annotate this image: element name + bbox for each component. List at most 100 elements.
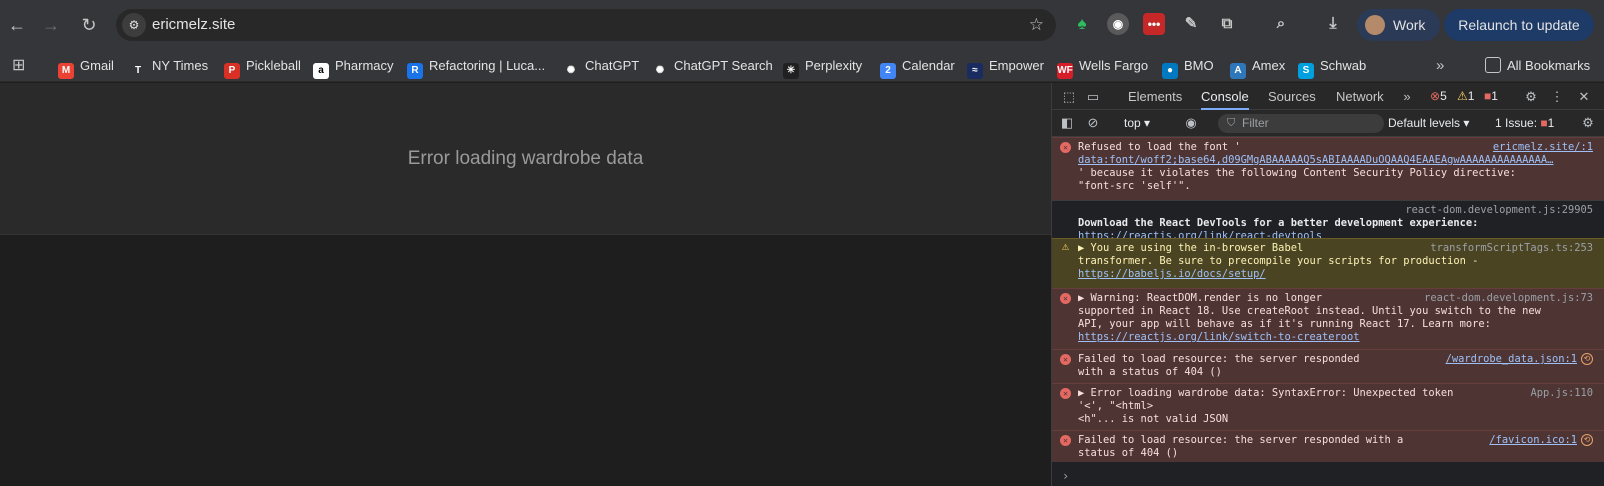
console-line[interactable]: https://reactjs.org/link/switch-to-creat… bbox=[1078, 331, 1541, 344]
console-line: Failed to load resource: the server resp… bbox=[1078, 353, 1360, 365]
console-message[interactable]: ✕ ▶ Error loading wardrobe data: SyntaxEr… bbox=[1052, 383, 1604, 430]
device-toolbar-icon[interactable]: ▭ bbox=[1084, 88, 1102, 106]
tab-network[interactable]: Network bbox=[1336, 83, 1384, 110]
warning-counter[interactable]: ⚠1 bbox=[1457, 83, 1474, 110]
kebab-menu-icon[interactable]: ⋮ bbox=[1548, 88, 1566, 106]
bookmark-item[interactable]: S Schwab bbox=[1298, 50, 1366, 82]
console-output: ✕ Refused to load the font ' data:font/wof… bbox=[1052, 137, 1604, 486]
site-info-icon[interactable]: ⚙ bbox=[122, 13, 146, 37]
console-prompt[interactable]: › bbox=[1062, 469, 1069, 483]
relaunch-button[interactable]: Relaunch to update bbox=[1444, 9, 1594, 41]
console-line[interactable]: https://babeljs.io/docs/setup/ bbox=[1078, 268, 1478, 281]
sidebar-toggle-icon[interactable]: ◧ bbox=[1058, 114, 1076, 132]
bookmark-label: Pickleball bbox=[246, 58, 301, 73]
bookmark-label: Calendar bbox=[902, 58, 955, 73]
bookmark-favicon-icon: T bbox=[130, 63, 146, 79]
devtools-tabbar: ⬚ ▭ Elements Console Sources Network » ⊗… bbox=[1052, 83, 1604, 110]
bookmark-item[interactable]: P Pickleball bbox=[224, 50, 301, 82]
reload-icon[interactable]: ↻ bbox=[76, 12, 102, 38]
bookmark-item[interactable]: ≈ Empower bbox=[967, 50, 1044, 82]
back-icon[interactable]: ← bbox=[4, 12, 30, 38]
console-message[interactable]: Download the React DevTools for a better… bbox=[1052, 200, 1604, 242]
more-bookmarks-icon[interactable]: » bbox=[1436, 50, 1444, 82]
bookmark-favicon-icon: ✺ bbox=[563, 63, 579, 79]
extension-tool-icon[interactable]: ✎ bbox=[1180, 13, 1202, 35]
console-message[interactable]: ✕ Refused to load the font ' data:font/wof… bbox=[1052, 137, 1604, 200]
more-tabs-icon[interactable]: » bbox=[1398, 88, 1416, 106]
context-select[interactable]: top ▾ bbox=[1124, 114, 1150, 133]
levels-label: Default levels bbox=[1388, 116, 1461, 130]
error-counter[interactable]: ⊗5 bbox=[1430, 83, 1447, 110]
console-source-link[interactable]: /wardrobe_data.json:1 bbox=[1446, 353, 1577, 366]
bookmarks-bar: ⊞ M Gmail T NY Times P Pickleball a Pharmacy R Re… bbox=[0, 50, 1604, 82]
tab-console[interactable]: Console bbox=[1201, 83, 1249, 110]
bookmark-item[interactable]: WF Wells Fargo bbox=[1057, 50, 1148, 82]
apps-grid-icon[interactable]: ⊞ bbox=[12, 50, 25, 82]
console-source-link[interactable]: /favicon.ico:1 bbox=[1489, 434, 1577, 447]
tab-search-icon[interactable]: ⌕ bbox=[1270, 13, 1292, 35]
url-text[interactable]: ericmelz.site bbox=[152, 9, 235, 41]
bookmark-label: Schwab bbox=[1320, 58, 1367, 73]
console-source-link[interactable]: ericmelz.site/:1 bbox=[1493, 141, 1593, 154]
bookmark-favicon-icon: 2 bbox=[880, 63, 896, 79]
bookmark-label: NY Times bbox=[152, 58, 209, 73]
bookmark-favicon-icon: A bbox=[1230, 63, 1246, 79]
issue-count: 1 bbox=[1491, 89, 1498, 103]
live-expression-eye-icon[interactable]: ◉ bbox=[1182, 114, 1200, 132]
bookmark-item[interactable]: ✳ Perplexity bbox=[783, 50, 862, 82]
console-message[interactable]: ✕ Failed to load resource: the server res… bbox=[1052, 430, 1604, 462]
error-icon: ✕ bbox=[1060, 293, 1071, 304]
downloads-icon[interactable]: ⤓ bbox=[1322, 13, 1344, 35]
console-source-link[interactable]: react-dom.development.js:73 bbox=[1424, 292, 1593, 305]
bookmark-favicon-icon: a bbox=[313, 63, 329, 79]
forward-icon[interactable]: → bbox=[38, 12, 64, 38]
network-request-icon[interactable]: ⟲ bbox=[1581, 353, 1593, 365]
error-icon: ✕ bbox=[1060, 354, 1071, 365]
error-icon: ✕ bbox=[1060, 435, 1071, 446]
console-message[interactable]: ✕ Failed to load resource: the server res… bbox=[1052, 349, 1604, 383]
address-bar[interactable]: ⚙ ericmelz.site ☆ bbox=[116, 9, 1056, 41]
console-settings-icon[interactable]: ⚙ bbox=[1579, 114, 1597, 132]
console-source-link[interactable]: App.js:110 bbox=[1530, 387, 1593, 400]
bookmark-item[interactable]: T NY Times bbox=[130, 50, 208, 82]
bookmark-item[interactable]: ● BMO bbox=[1162, 50, 1214, 82]
settings-gear-icon[interactable]: ⚙ bbox=[1522, 88, 1540, 106]
bookmark-item[interactable]: ✺ ChatGPT bbox=[563, 50, 639, 82]
extension-circle-icon[interactable]: ◉ bbox=[1107, 13, 1129, 35]
bookmark-item[interactable]: R Refactoring | Luca... bbox=[407, 50, 545, 82]
issues-button[interactable]: 1 Issue: ■1 bbox=[1495, 114, 1554, 133]
console-source-link[interactable]: react-dom.development.js:29905 bbox=[1405, 204, 1593, 217]
bookmark-star-icon[interactable]: ☆ bbox=[1029, 9, 1044, 41]
console-message[interactable]: ✕ ▶ Warning: ReactDOM.render is no longer… bbox=[1052, 288, 1604, 349]
browser-toolbar: ← → ↻ ⚙ ericmelz.site ☆ ♠ ◉ ••• ✎ ⧉ ⌕ ⤓ … bbox=[0, 0, 1604, 50]
bookmark-item[interactable]: M Gmail bbox=[58, 50, 114, 82]
console-line: transformer. Be sure to precompile your … bbox=[1078, 255, 1479, 267]
console-source-link[interactable]: transformScriptTags.ts:253 bbox=[1430, 242, 1593, 255]
inspect-element-icon[interactable]: ⬚ bbox=[1060, 88, 1078, 106]
console-message-text: Refused to load the font ' data:font/woff… bbox=[1078, 141, 1553, 193]
profile-button[interactable]: Work bbox=[1357, 9, 1440, 41]
extensions-puzzle-icon[interactable]: ⧉ bbox=[1216, 13, 1238, 35]
console-message-text: ▶ You are using the in-browser Babel tran… bbox=[1078, 242, 1478, 281]
bookmark-favicon-icon: S bbox=[1298, 63, 1314, 79]
filter-input[interactable]: ⛉ Filter bbox=[1218, 114, 1384, 133]
error-icon: ✕ bbox=[1060, 388, 1071, 399]
console-line: ▶ Error loading wardrobe data: SyntaxErr… bbox=[1078, 387, 1454, 399]
bookmark-item[interactable]: 2 Calendar bbox=[880, 50, 955, 82]
bookmark-item[interactable]: A Amex bbox=[1230, 50, 1285, 82]
bookmark-item[interactable]: ✺ ChatGPT Search bbox=[652, 50, 773, 82]
network-request-icon[interactable]: ⟲ bbox=[1581, 434, 1593, 446]
all-bookmarks-button[interactable]: All Bookmarks bbox=[1485, 50, 1590, 82]
levels-dropdown[interactable]: Default levels ▾ bbox=[1388, 114, 1469, 133]
console-line[interactable]: data:font/woff2;base64,d09GMgABAAAAAQ5sA… bbox=[1078, 154, 1553, 167]
issue-counter[interactable]: ■1 bbox=[1484, 83, 1498, 110]
console-message[interactable]: ⚠ ▶ You are using the in-browser Babel tra… bbox=[1052, 238, 1604, 288]
bookmark-favicon-icon: M bbox=[58, 63, 74, 79]
tab-elements[interactable]: Elements bbox=[1128, 83, 1182, 110]
lastpass-extension-icon[interactable]: ••• bbox=[1143, 13, 1165, 35]
evernote-extension-icon[interactable]: ♠ bbox=[1071, 13, 1093, 35]
clear-console-icon[interactable]: ⊘ bbox=[1084, 114, 1102, 132]
close-devtools-icon[interactable]: ✕ bbox=[1575, 88, 1593, 106]
tab-sources[interactable]: Sources bbox=[1268, 83, 1316, 110]
bookmark-item[interactable]: a Pharmacy bbox=[313, 50, 394, 82]
